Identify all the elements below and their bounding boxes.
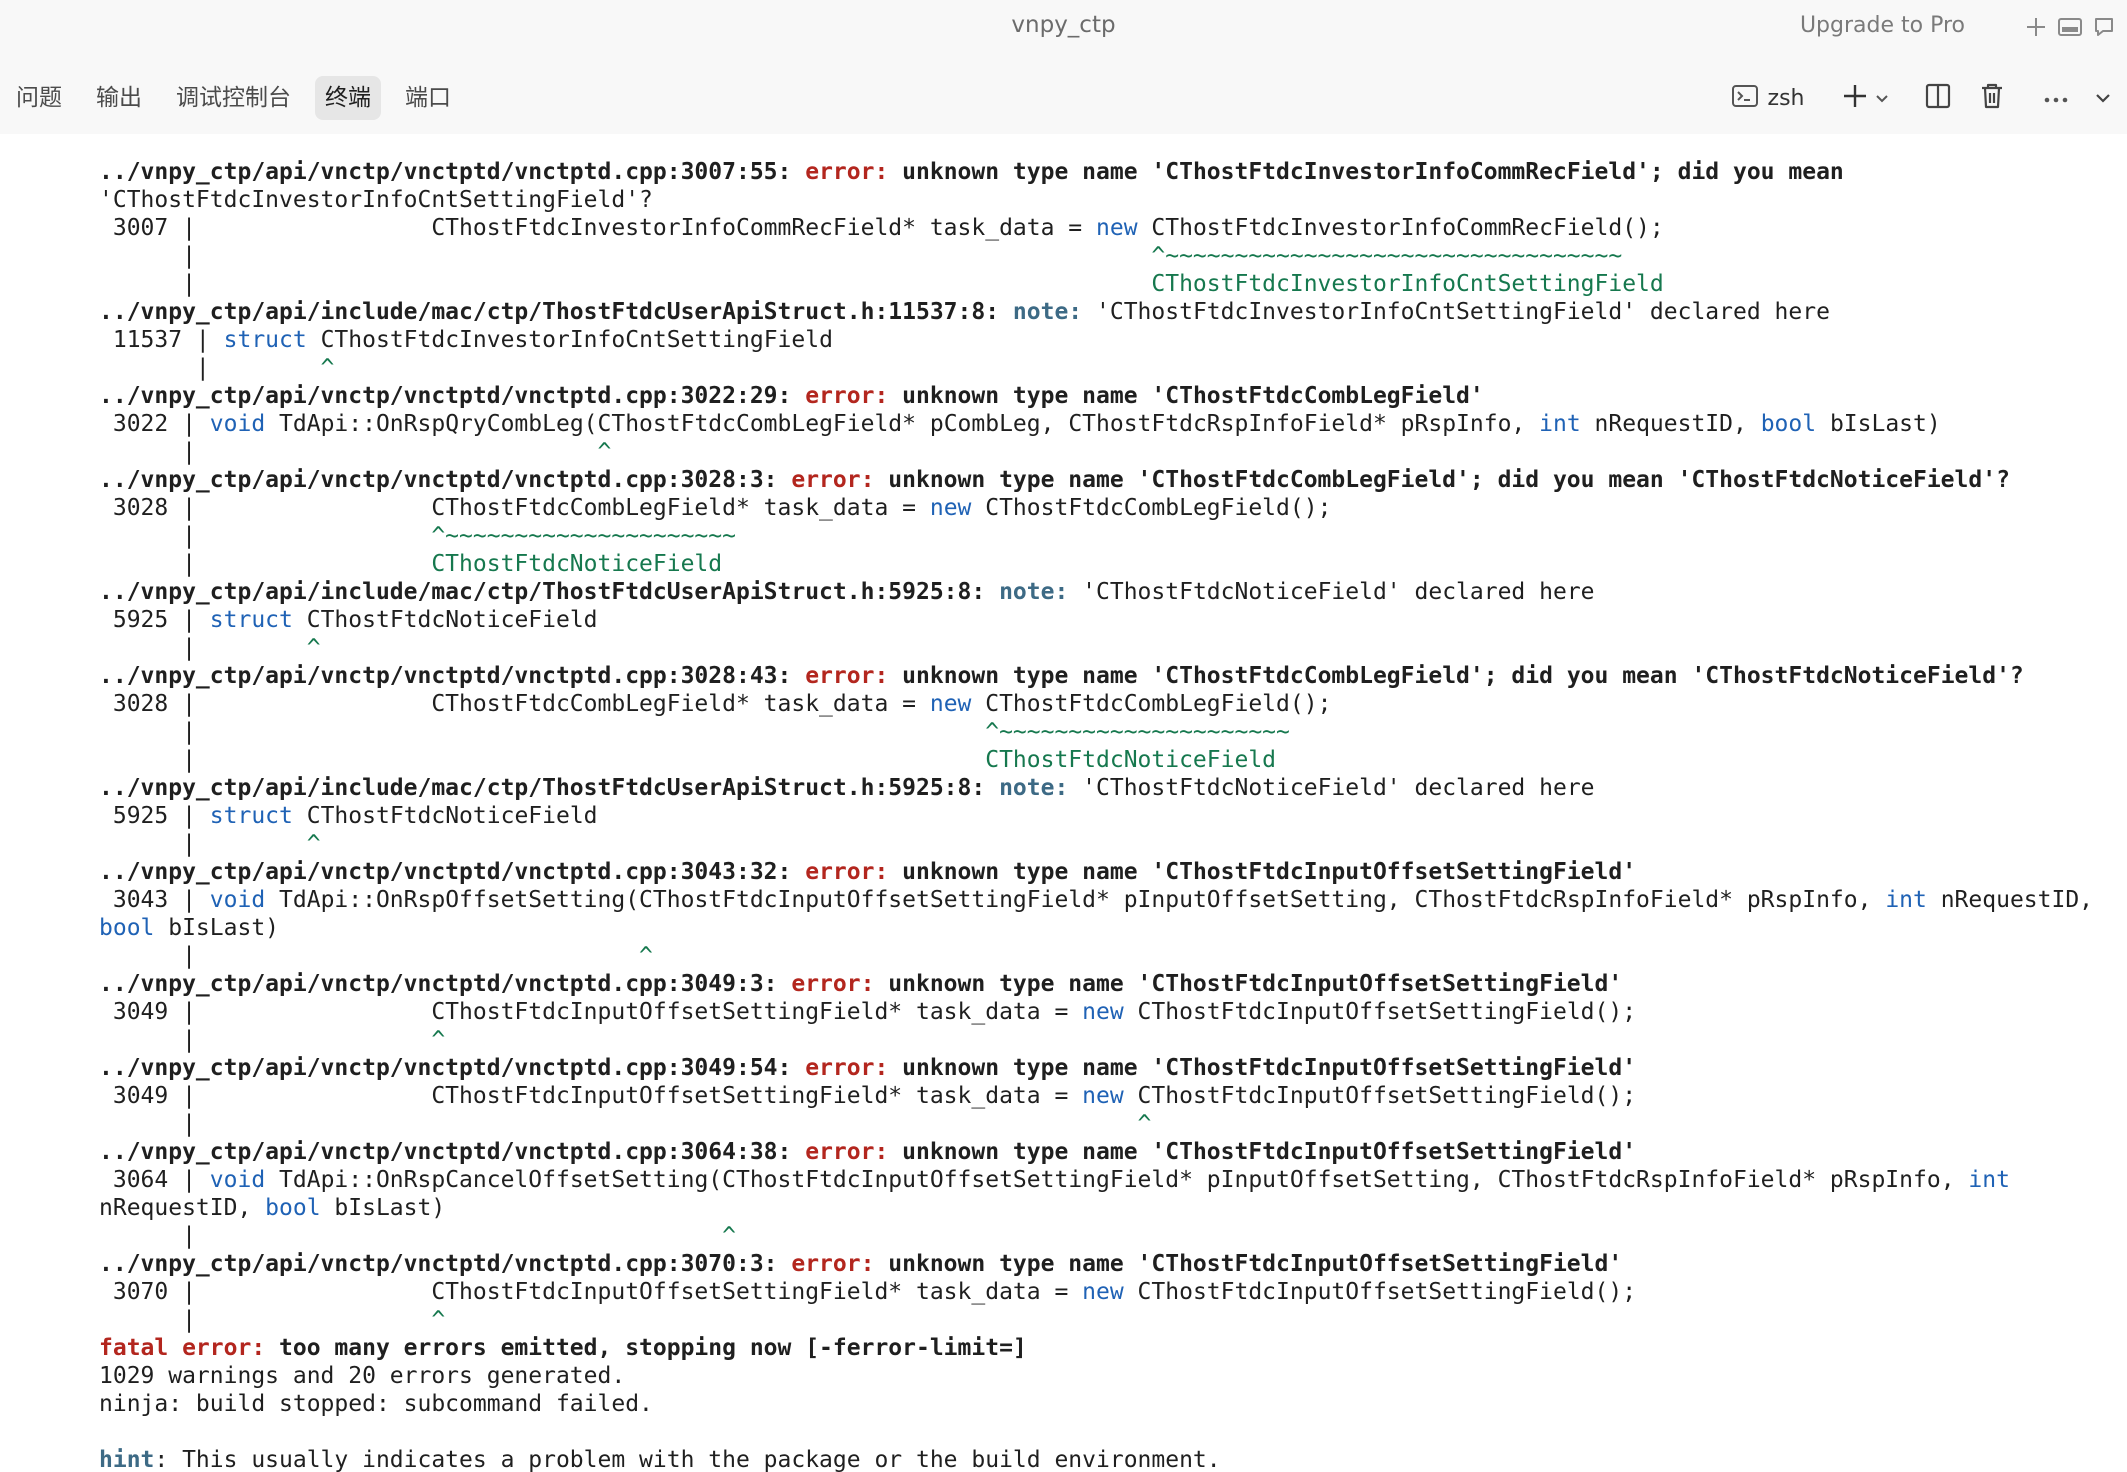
terminal-line: | ^	[99, 1223, 736, 1249]
terminal-line: 3028 | CThostFtdcCombLegField* task_data…	[99, 691, 1332, 717]
plus-icon	[1841, 82, 1869, 114]
terminal-line: ../vnpy_ctp/api/vnctp/vnctptd/vnctptd.cp…	[99, 159, 1844, 185]
terminal-icon	[1731, 84, 1758, 112]
collapse-panel-button[interactable]	[2083, 78, 2123, 118]
terminal-line: ninja: build stopped: subcommand failed.	[99, 1391, 653, 1417]
terminal-line: | CThostFtdcNoticeField	[99, 747, 1277, 773]
terminal-line: 5925 | struct CThostFtdcNoticeField	[99, 607, 598, 633]
trash-icon	[1979, 82, 2005, 114]
terminal-line: | ^	[99, 1111, 1152, 1137]
terminal-line: 3043 | void TdApi::OnRspOffsetSetting(CT…	[99, 887, 2094, 913]
terminal-line: | ^	[99, 1307, 446, 1333]
chevron-down-icon[interactable]	[1875, 89, 1889, 108]
shell-name: zsh	[1767, 85, 1805, 111]
chevron-down-icon	[2094, 89, 2112, 108]
tab-problems[interactable]: 问题	[6, 76, 72, 120]
add-terminal-button[interactable]	[1829, 78, 1901, 118]
terminal-line: 3028 | CThostFtdcCombLegField* task_data…	[99, 495, 1332, 521]
terminal-line: 3070 | CThostFtdcInputOffsetSettingField…	[99, 1279, 1637, 1305]
terminal-line: ../vnpy_ctp/api/vnctp/vnctptd/vnctptd.cp…	[99, 859, 1637, 885]
terminal-line: ../vnpy_ctp/api/vnctp/vnctptd/vnctptd.cp…	[99, 1055, 1637, 1081]
terminal-line: ../vnpy_ctp/api/include/mac/ctp/ThostFtd…	[99, 299, 1830, 325]
terminal-line: nRequestID, bool bIsLast)	[99, 1195, 446, 1221]
terminal-line: | CThostFtdcInvestorInfoCntSettingField	[99, 271, 1664, 297]
terminal-text: ../vnpy_ctp/api/vnctp/vnctptd/vnctptd.cp…	[99, 158, 2119, 1472]
terminal-output[interactable]: ../vnpy_ctp/api/vnctp/vnctptd/vnctptd.cp…	[99, 158, 2119, 1472]
panel-header: 问题 输出 调试控制台 终端 端口 zsh	[0, 62, 2127, 134]
title-bar: vnpy_ctp Upgrade to Pro	[0, 0, 2127, 63]
terminal-line: bool bIsLast)	[99, 915, 280, 941]
terminal-line: 3064 | void TdApi::OnRspCancelOffsetSett…	[99, 1167, 2010, 1193]
maximize-icon[interactable]	[2055, 12, 2085, 42]
chat-icon[interactable]	[2089, 12, 2119, 42]
upgrade-button[interactable]: Upgrade to Pro	[1800, 13, 1965, 38]
ellipsis-icon	[2043, 89, 2069, 108]
terminal-line: ../vnpy_ctp/api/include/mac/ctp/ThostFtd…	[99, 775, 1595, 801]
terminal-line: | ^	[99, 635, 321, 661]
terminal-line: ../vnpy_ctp/api/vnctp/vnctptd/vnctptd.cp…	[99, 663, 2024, 689]
terminal-line: ../vnpy_ctp/api/vnctp/vnctptd/vnctptd.cp…	[99, 1251, 1623, 1277]
terminal-line: ../vnpy_ctp/api/vnctp/vnctptd/vnctptd.cp…	[99, 1139, 1637, 1165]
kill-terminal-button[interactable]	[1965, 78, 2019, 118]
terminal-line: | ^~~~~~~~~~~~~~~~~~~~~~	[99, 523, 736, 549]
terminal-line: | ^	[99, 831, 321, 857]
terminal-line: 3022 | void TdApi::OnRspQryCombLeg(CThos…	[99, 411, 1941, 437]
terminal-line: hint: This usually indicates a problem w…	[99, 1447, 1221, 1472]
tab-ports[interactable]: 端口	[395, 76, 461, 120]
terminal-actions: zsh	[1723, 76, 2127, 120]
terminal-line: fatal error: too many errors emitted, st…	[99, 1335, 1027, 1361]
terminal-line: 3049 | CThostFtdcInputOffsetSettingField…	[99, 999, 1637, 1025]
plus-icon[interactable]	[2021, 12, 2051, 42]
terminal-line: 11537 | struct CThostFtdcInvestorInfoCnt…	[99, 327, 833, 353]
terminal-line: ../vnpy_ctp/api/vnctp/vnctptd/vnctptd.cp…	[99, 971, 1623, 997]
terminal-line: | ^	[99, 1027, 446, 1053]
terminal-line: | ^	[99, 439, 612, 465]
terminal-line: | ^~~~~~~~~~~~~~~~~~~~~~	[99, 719, 1290, 745]
terminal-line: 3007 | CThostFtdcInvestorInfoCommRecFiel…	[99, 215, 1664, 241]
terminal-line: | ^	[99, 943, 653, 969]
terminal-line: | ^~~~~~~~~~~~~~~~~~~~~~~~~~~~~~~~~~	[99, 243, 1623, 269]
terminal-line: ../vnpy_ctp/api/include/mac/ctp/ThostFtd…	[99, 579, 1595, 605]
tab-terminal[interactable]: 终端	[315, 76, 381, 120]
terminal-line: 5925 | struct CThostFtdcNoticeField	[99, 803, 598, 829]
terminal-selector[interactable]: zsh	[1723, 78, 1813, 118]
terminal-line: 3049 | CThostFtdcInputOffsetSettingField…	[99, 1083, 1637, 1109]
terminal-line: ../vnpy_ctp/api/vnctp/vnctptd/vnctptd.cp…	[99, 383, 1484, 409]
split-icon	[1924, 82, 1952, 114]
panel-tabs: 问题 输出 调试控制台 终端 端口	[6, 76, 461, 120]
more-actions-button[interactable]	[2029, 78, 2083, 118]
tab-output[interactable]: 输出	[86, 76, 152, 120]
terminal-line: 'CThostFtdcInvestorInfoCntSettingField'?	[99, 187, 653, 213]
terminal-line: ../vnpy_ctp/api/vnctp/vnctptd/vnctptd.cp…	[99, 467, 2010, 493]
terminal-line: | CThostFtdcNoticeField	[99, 551, 723, 577]
tab-debug-console[interactable]: 调试控制台	[166, 76, 301, 120]
split-terminal-button[interactable]	[1911, 78, 1965, 118]
terminal-line: 1029 warnings and 20 errors generated.	[99, 1363, 626, 1389]
terminal-line: | ^	[99, 355, 335, 381]
